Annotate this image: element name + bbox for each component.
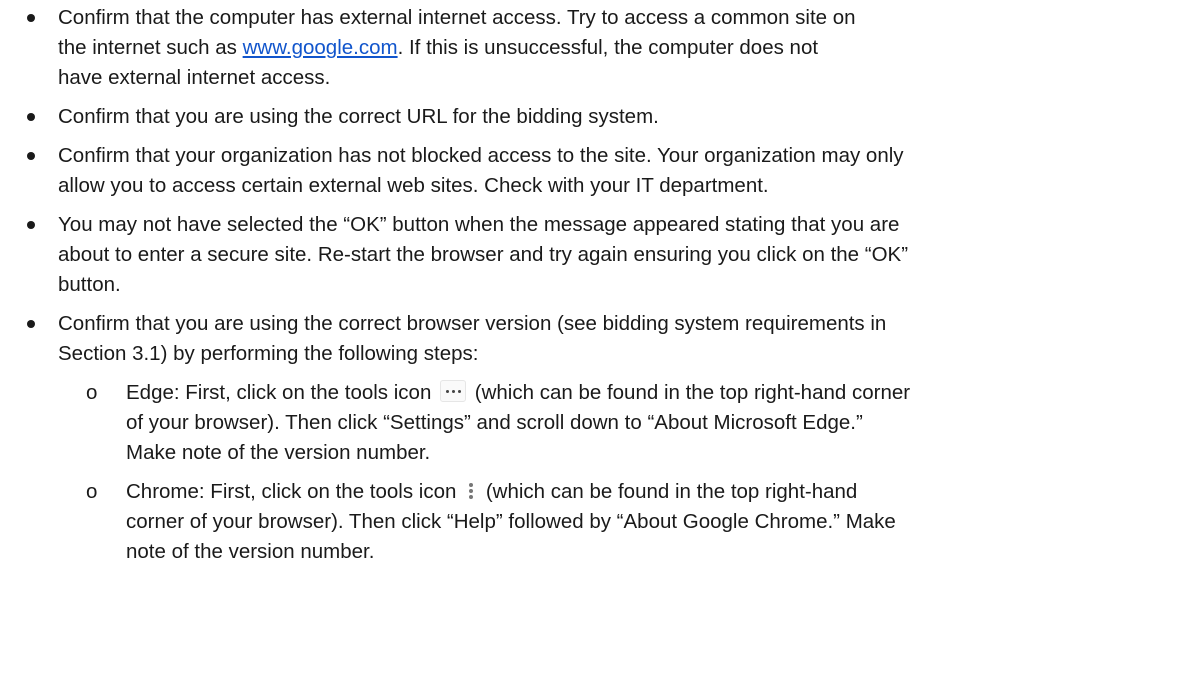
sub-text-line: corner of your browser). Then click “Hel… xyxy=(126,510,896,533)
bullet-item-blocked-access: Confirm that your organization has not b… xyxy=(0,141,1202,201)
bullet-text-line: Confirm that your organization has not b… xyxy=(58,144,904,167)
bullet-text-line: Section 3.1) by performing the following… xyxy=(58,342,479,365)
bullet-text-line: about to enter a secure site. Re-start t… xyxy=(58,243,909,266)
bullet-icon xyxy=(27,113,35,121)
bullet-icon xyxy=(27,320,35,328)
sub-text-line: Chrome: First, click on the tools icon (… xyxy=(126,477,1182,507)
text-segment: Chrome: First, click on the tools icon xyxy=(126,480,457,503)
bullet-item-internet-access: Confirm that the computer has external i… xyxy=(0,3,1202,93)
bullet-text-line: button. xyxy=(58,273,121,296)
bullet-item-browser-version: Confirm that you are using the correct b… xyxy=(0,309,1202,369)
google-link[interactable]: www.google.com xyxy=(243,36,398,59)
bullet-item-ok-button: You may not have selected the “OK” butto… xyxy=(0,210,1202,300)
bullet-icon xyxy=(27,14,35,22)
text-segment: (which can be found in the top right-han… xyxy=(474,381,911,404)
sub-item-edge: o Edge: First, click on the tools icon (… xyxy=(0,378,1202,468)
bullet-icon xyxy=(27,152,35,160)
bullet-text-line: allow you to access certain external web… xyxy=(58,174,769,197)
bullet-text-line: have external internet access. xyxy=(58,66,331,89)
bullet-item-correct-url: Confirm that you are using the correct U… xyxy=(0,102,1202,132)
text-segment: Edge: First, click on the tools icon xyxy=(126,381,432,404)
bullet-text-line: Confirm that the computer has external i… xyxy=(58,6,856,29)
text-segment: the internet such as xyxy=(58,36,243,59)
sub-bullet-marker: o xyxy=(86,381,98,404)
bullet-icon xyxy=(27,221,35,229)
text-segment: . If this is unsuccessful, the computer … xyxy=(397,36,819,59)
troubleshooting-list: Confirm that the computer has external i… xyxy=(0,0,1202,576)
sub-text-line: Edge: First, click on the tools icon (wh… xyxy=(126,378,1182,408)
sub-text-line: note of the version number. xyxy=(126,540,375,563)
sub-bullet-marker: o xyxy=(86,480,98,503)
more-horizontal-icon xyxy=(440,380,467,402)
sub-text-line: Make note of the version number. xyxy=(126,441,431,464)
bullet-text-line: Confirm that you are using the correct U… xyxy=(58,105,659,128)
bullet-text-line: You may not have selected the “OK” butto… xyxy=(58,213,900,236)
more-vertical-icon xyxy=(465,481,477,501)
sub-text-line: of your browser). Then click “Settings” … xyxy=(126,411,863,434)
text-segment: (which can be found in the top right-han… xyxy=(485,480,858,503)
bullet-text-line: Confirm that you are using the correct b… xyxy=(58,312,887,335)
sub-item-chrome: o Chrome: First, click on the tools icon… xyxy=(0,477,1202,567)
bullet-text-line: the internet such as www.google.com. If … xyxy=(58,33,1182,63)
